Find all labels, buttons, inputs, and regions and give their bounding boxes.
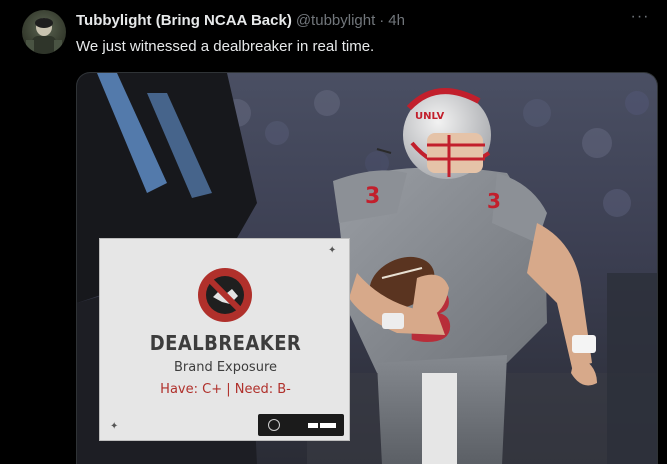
helmet-logo: UNLV xyxy=(415,111,444,122)
footer-bar-segment xyxy=(320,423,336,428)
separator-dot: · xyxy=(379,12,385,29)
card-subtitle: Brand Exposure xyxy=(173,360,278,375)
display-name[interactable]: Tubbylight (Bring NCAA Back) xyxy=(76,12,292,29)
svg-text:3: 3 xyxy=(487,189,501,213)
dealbreaker-card: ✦ ✦ DEALBREAKER Brand Exposure Have: C+ … xyxy=(99,238,350,441)
more-horizontal-icon[interactable]: ··· xyxy=(628,9,652,30)
timestamp[interactable]: 4h xyxy=(388,12,405,29)
tweet-text: We just witnessed a dealbreaker in real … xyxy=(76,38,375,55)
card-footer-bar xyxy=(258,414,344,436)
card-title: DEALBREAKER xyxy=(149,331,302,355)
no-handshake-icon xyxy=(198,268,252,322)
logo-circle-icon xyxy=(268,419,280,431)
footer-bar-segment xyxy=(308,423,318,428)
card-grade: Have: C+ | Need: B- xyxy=(160,382,291,397)
jersey-number-shoulder: 3 xyxy=(365,184,380,209)
sparkle-icon: ✦ xyxy=(110,421,119,432)
tweet: Tubbylight (Bring NCAA Back) @tubbylight ·… xyxy=(0,0,667,464)
user-handle[interactable]: @tubbylight xyxy=(296,12,375,29)
sparkle-icon: ✦ xyxy=(328,245,337,256)
tweet-header: Tubbylight (Bring NCAA Back) @tubbylight ·… xyxy=(76,11,405,31)
avatar[interactable] xyxy=(22,10,66,54)
